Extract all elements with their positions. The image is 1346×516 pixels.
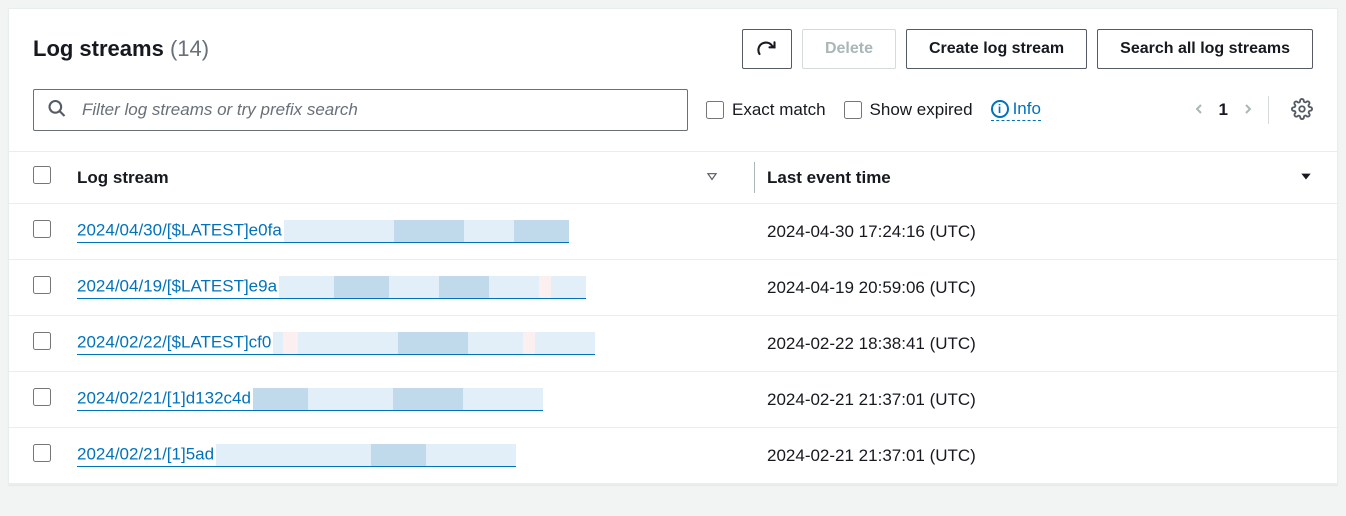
log-stream-cell: 2024/04/30/[$LATEST]e0fa [65,204,755,260]
log-stream-column-header[interactable]: Log stream [65,152,755,204]
delete-button: Delete [802,29,896,69]
log-stream-link[interactable]: 2024/04/19/[$LATEST]e9a [77,276,586,299]
pagination: 1 [1191,96,1313,124]
last-event-header-text: Last event time [767,168,891,187]
log-stream-name: 2024/02/21/[1]5ad [77,444,214,463]
chevron-left-icon [1191,101,1207,117]
log-streams-table: Log stream Last event time 2024/04/30/[$… [9,151,1337,484]
log-stream-name: 2024/02/22/[$LATEST]cf0 [77,332,271,351]
row-checkbox[interactable] [33,444,51,462]
info-text: Info [1013,99,1041,119]
last-event-cell: 2024-04-19 20:59:06 (UTC) [755,260,1337,316]
header-actions: Delete Create log stream Search all log … [742,29,1313,69]
log-stream-cell: 2024/02/21/[1]5ad [65,428,755,484]
last-event-cell: 2024-02-21 21:37:01 (UTC) [755,428,1337,484]
log-streams-panel: Log streams (14) Delete Create log strea… [8,8,1338,485]
log-stream-link[interactable]: 2024/02/21/[1]5ad [77,444,516,467]
info-link[interactable]: i Info [991,99,1041,121]
search-wrap [33,89,688,131]
filter-input[interactable] [33,89,688,131]
settings-button[interactable] [1291,98,1313,123]
page-title: Log streams (14) [33,36,209,62]
table-row: 2024/02/21/[1]d132c4d 2024-02-21 21:37:01… [9,372,1337,428]
title-count: (14) [170,36,209,61]
table-row: 2024/02/22/[$LATEST]cf0 2024-02-22 18:38:… [9,316,1337,372]
table-row: 2024/04/19/[$LATEST]e9a 2024-04-19 20:59:… [9,260,1337,316]
select-all-checkbox[interactable] [33,166,51,184]
last-event-cell: 2024-04-30 17:24:16 (UTC) [755,204,1337,260]
gear-icon [1291,98,1313,120]
show-expired-toggle[interactable]: Show expired [844,100,973,120]
prev-page-button [1191,101,1207,120]
column-menu-icon[interactable] [1299,168,1313,188]
refresh-button[interactable] [742,29,792,69]
title-text: Log streams [33,36,164,61]
row-select-cell [9,260,65,316]
info-icon: i [991,100,1009,118]
redacted-segment [216,444,516,466]
log-stream-cell: 2024/02/21/[1]d132c4d [65,372,755,428]
exact-match-checkbox[interactable] [706,101,724,119]
create-log-stream-button[interactable]: Create log stream [906,29,1087,69]
log-stream-cell: 2024/02/22/[$LATEST]cf0 [65,316,755,372]
next-page-button [1240,101,1256,120]
last-event-cell: 2024-02-22 18:38:41 (UTC) [755,316,1337,372]
last-event-cell: 2024-02-21 21:37:01 (UTC) [755,372,1337,428]
show-expired-label: Show expired [870,100,973,120]
table-row: 2024/04/30/[$LATEST]e0fa 2024-04-30 17:24… [9,204,1337,260]
toolbar: Exact match Show expired i Info 1 [9,81,1337,151]
row-select-cell [9,372,65,428]
row-checkbox[interactable] [33,276,51,294]
exact-match-label: Exact match [732,100,826,120]
row-checkbox[interactable] [33,220,51,238]
row-select-cell [9,316,65,372]
log-stream-cell: 2024/04/19/[$LATEST]e9a [65,260,755,316]
redacted-segment [279,276,586,298]
table-row: 2024/02/21/[1]5ad 2024-02-21 21:37:01 (UT… [9,428,1337,484]
row-select-cell [9,204,65,260]
log-stream-link[interactable]: 2024/02/22/[$LATEST]cf0 [77,332,595,355]
row-select-cell [9,428,65,484]
exact-match-toggle[interactable]: Exact match [706,100,826,120]
log-stream-name: 2024/04/19/[$LATEST]e9a [77,276,277,295]
panel-header: Log streams (14) Delete Create log strea… [9,9,1337,81]
redacted-segment [284,220,569,242]
redacted-segment [253,388,543,410]
log-stream-header-text: Log stream [77,168,169,187]
chevron-right-icon [1240,101,1256,117]
log-stream-name: 2024/02/21/[1]d132c4d [77,388,251,407]
page-number: 1 [1219,100,1228,120]
search-all-log-streams-button[interactable]: Search all log streams [1097,29,1313,69]
row-checkbox[interactable] [33,332,51,350]
last-event-column-header[interactable]: Last event time [755,152,1337,204]
redacted-segment [273,332,595,354]
log-stream-name: 2024/04/30/[$LATEST]e0fa [77,220,282,239]
refresh-icon [757,39,777,59]
row-checkbox[interactable] [33,388,51,406]
select-all-header[interactable] [9,152,65,204]
divider [1268,96,1269,124]
sort-indicator-icon [705,168,719,188]
log-stream-link[interactable]: 2024/04/30/[$LATEST]e0fa [77,220,569,243]
search-icon [47,99,67,122]
log-stream-link[interactable]: 2024/02/21/[1]d132c4d [77,388,543,411]
show-expired-checkbox[interactable] [844,101,862,119]
